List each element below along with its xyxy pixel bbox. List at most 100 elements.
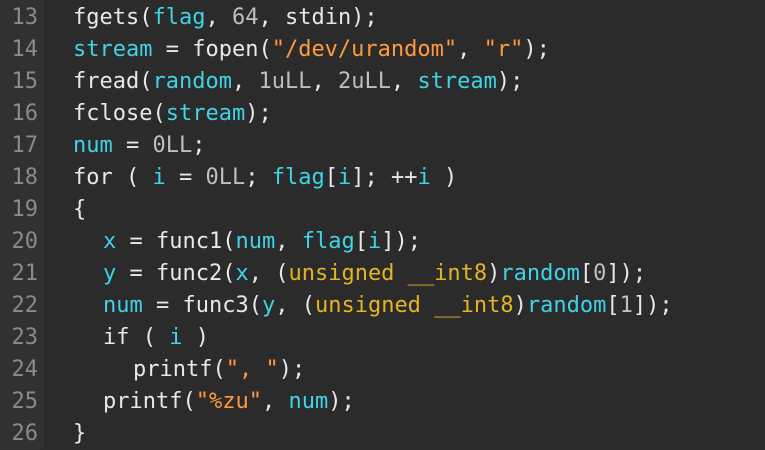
line-number: 18 — [11, 165, 39, 190]
code-text: printf("%zu", num); — [103, 386, 355, 418]
code-token: 1uLL — [258, 69, 312, 94]
code-token: 1 — [619, 293, 633, 318]
code-line[interactable]: 23 if ( i ) — [0, 322, 765, 354]
line-number: 17 — [11, 133, 39, 158]
code-line[interactable]: 26} — [0, 418, 765, 450]
line-number: 20 — [11, 229, 39, 254]
code-token: flag — [152, 5, 206, 30]
code-token: = — [165, 165, 206, 190]
code-token: ) — [430, 165, 458, 190]
line-number: 23 — [11, 325, 39, 350]
code-token: ); — [245, 101, 272, 126]
code-text: fread(random, 1uLL, 2uLL, stream); — [73, 66, 523, 98]
code-token: , ( — [248, 261, 289, 286]
line-number: 25 — [11, 389, 39, 414]
code-line[interactable]: 17 num = 0LL; — [0, 130, 765, 162]
code-token: ) — [513, 293, 527, 318]
code-token: ]); — [381, 229, 421, 254]
code-token: , — [390, 69, 418, 94]
code-token: , — [261, 389, 289, 414]
code-line[interactable]: 16 fclose(stream); — [0, 98, 765, 130]
line-number: 19 — [11, 197, 39, 222]
code-token: ); — [278, 357, 306, 382]
code-token: = fopen( — [152, 37, 272, 62]
code-lines: 13 fgets(flag, 64, stdin); 14 stream = fope… — [0, 2, 765, 450]
code-line[interactable]: 14 stream = fopen("/dev/urandom", "r"); — [0, 34, 765, 66]
code-token: = func1( — [116, 229, 236, 254]
code-token: ; — [245, 165, 272, 190]
code-token: ); — [496, 69, 524, 94]
line-number: 24 — [11, 357, 39, 382]
line-number: 16 — [11, 101, 39, 126]
code-token: stream — [417, 69, 497, 94]
code-text: { — [73, 194, 86, 226]
code-token: printf( — [103, 389, 196, 414]
code-token: ); — [523, 37, 550, 62]
code-text: y = func2(x, (unsigned __int8)random[0])… — [103, 258, 646, 290]
code-token: flag — [271, 165, 325, 190]
code-token: unsigned __int8 — [288, 261, 488, 286]
code-line[interactable]: 25 printf("%zu", num); — [0, 386, 765, 418]
code-token: random — [526, 293, 607, 318]
code-token: ( — [112, 165, 153, 190]
code-token: i — [367, 229, 382, 254]
code-token: "/dev/urandom" — [271, 37, 458, 62]
code-text: printf(", "); — [133, 354, 305, 386]
code-token: , — [457, 37, 484, 62]
code-token: random — [500, 261, 580, 286]
code-token: ) — [487, 261, 501, 286]
code-token: x — [103, 229, 117, 254]
code-token: "r" — [483, 37, 524, 62]
code-token: , stdin); — [258, 5, 378, 30]
code-token: 0LL — [152, 133, 193, 158]
code-token: 0LL — [205, 165, 246, 190]
code-token: , — [311, 69, 338, 94]
code-token: , — [231, 69, 259, 94]
code-editor[interactable]: 13 fgets(flag, 64, stdin); 14 stream = fope… — [0, 0, 765, 449]
code-token: 2uLL — [337, 69, 391, 94]
code-token: for — [73, 165, 113, 190]
code-line[interactable]: 21 y = func2(x, (unsigned __int8)random[0… — [0, 258, 765, 290]
code-line[interactable]: 13 fgets(flag, 64, stdin); — [0, 2, 765, 34]
code-token: num — [103, 293, 143, 318]
code-token: ]); — [632, 293, 673, 318]
code-token: = func2( — [116, 261, 236, 286]
code-line[interactable]: 22 num = func3(y, (unsigned __int8)random… — [0, 290, 765, 322]
code-token: i — [152, 165, 166, 190]
code-token: , — [205, 5, 232, 30]
code-token: fread( — [73, 69, 153, 94]
code-token: ); — [328, 389, 355, 414]
code-token: , — [275, 229, 302, 254]
code-token: num — [73, 133, 113, 158]
code-token: = func3( — [142, 293, 262, 318]
code-token: ) — [182, 325, 209, 350]
code-token: , ( — [275, 293, 315, 318]
code-line[interactable]: 24 printf(", "); — [0, 354, 765, 386]
code-line[interactable]: 18 for ( i = 0LL; flag[i]; ++i ) — [0, 162, 765, 194]
code-text: fclose(stream); — [73, 98, 272, 130]
line-number: 26 — [11, 421, 39, 446]
line-number: 15 — [11, 69, 39, 94]
code-token: "%zu" — [195, 389, 262, 414]
code-token: 0 — [593, 261, 607, 286]
code-token: flag — [301, 229, 355, 254]
code-token: 64 — [231, 5, 259, 30]
code-token: ( — [129, 325, 170, 350]
code-token: i — [417, 165, 431, 190]
code-token: fclose( — [73, 101, 166, 126]
code-token: [ — [324, 165, 338, 190]
code-token: fgets( — [73, 5, 153, 30]
line-number: 22 — [11, 293, 39, 318]
line-number: 14 — [11, 37, 39, 62]
code-line[interactable]: 20 x = func1(num, flag[i]); — [0, 226, 765, 258]
code-line[interactable]: 15 fread(random, 1uLL, 2uLL, stream); — [0, 66, 765, 98]
line-number: 13 — [11, 5, 39, 30]
code-line[interactable]: 19 { — [0, 194, 765, 226]
code-text: for ( i = 0LL; flag[i]; ++i ) — [73, 162, 457, 194]
code-token: if — [103, 325, 130, 350]
code-text: num = 0LL; — [73, 130, 206, 162]
code-token: i — [169, 325, 183, 350]
code-token: [ — [579, 261, 594, 286]
code-token: i — [337, 165, 352, 190]
code-token: stream — [73, 37, 153, 62]
